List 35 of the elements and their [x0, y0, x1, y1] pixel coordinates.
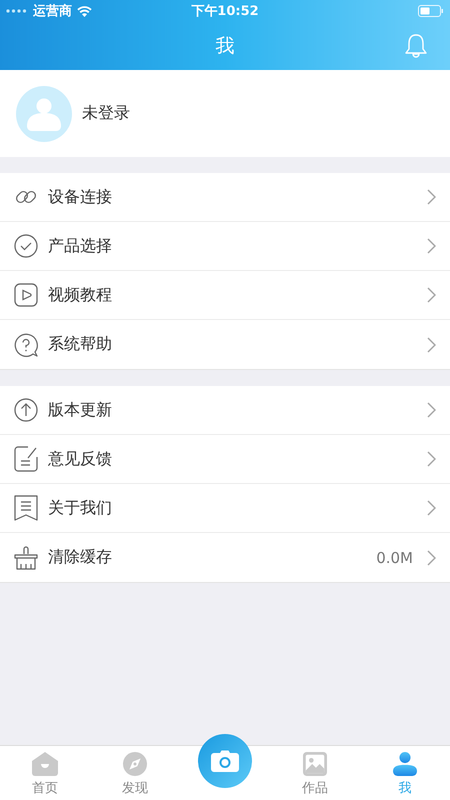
chevron-icon — [427, 189, 436, 205]
home-icon — [32, 752, 58, 776]
tab[interactable]: 发现 — [90, 746, 180, 800]
camera-icon — [211, 750, 239, 772]
cache-size: 0.0M — [376, 548, 413, 566]
page-title: 我 — [216, 34, 234, 59]
chevron-icon — [427, 451, 436, 467]
help-icon — [14, 332, 38, 356]
document-icon — [14, 495, 38, 521]
carrier-name: 运营商 — [33, 2, 72, 20]
tab[interactable]: 首页 — [0, 746, 90, 800]
camera-button[interactable] — [198, 734, 252, 788]
check-circle-icon — [14, 234, 38, 258]
compass-icon — [122, 752, 148, 776]
status-time: 下午10:52 — [191, 3, 259, 20]
person-icon — [392, 752, 418, 776]
battery-icon — [418, 5, 444, 17]
note-icon — [14, 446, 38, 472]
upload-icon — [14, 398, 38, 422]
image-icon — [302, 752, 328, 776]
chevron-icon — [427, 500, 436, 516]
play-icon — [14, 283, 38, 307]
tab[interactable]: 作品 — [270, 746, 360, 800]
wifi-icon — [77, 6, 92, 16]
signal-icon — [6, 9, 28, 13]
chevron-icon — [427, 238, 436, 254]
brush-icon — [14, 546, 38, 570]
chevron-icon — [427, 550, 436, 566]
bell-icon — [404, 33, 428, 59]
chevron-icon — [427, 287, 436, 303]
login-status[interactable]: 未登录 — [82, 103, 130, 124]
notification-button[interactable] — [404, 33, 428, 59]
avatar-icon[interactable] — [16, 86, 72, 142]
chevron-icon — [427, 402, 436, 418]
chevron-icon — [427, 336, 436, 352]
